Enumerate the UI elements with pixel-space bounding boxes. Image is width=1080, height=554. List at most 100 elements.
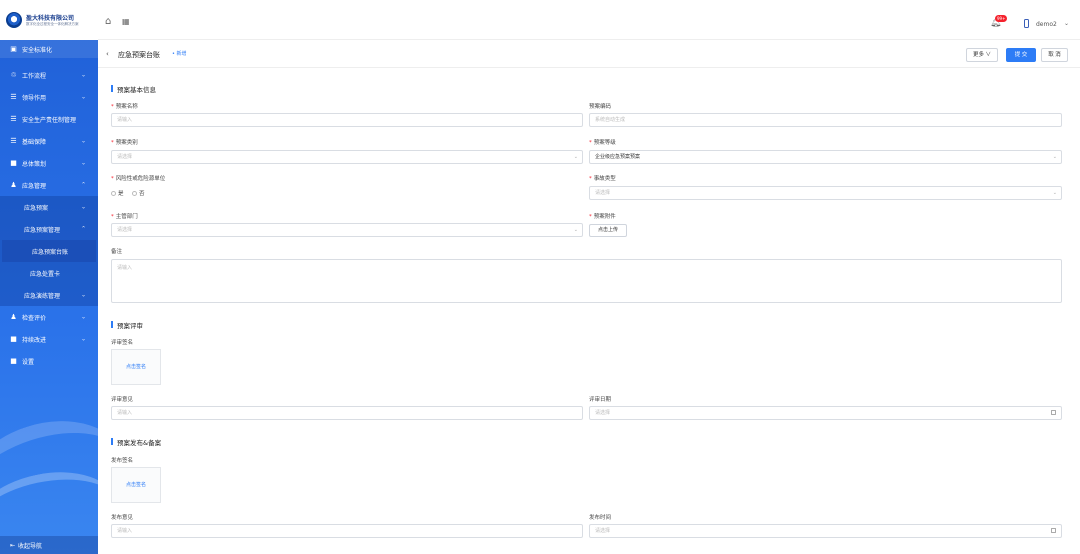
page-toolbar: ‹ 应急预案台账 • 新增 更多 ∨ 提 交 取 消 xyxy=(98,40,1080,68)
cancel-button[interactable]: 取 消 xyxy=(1041,48,1068,62)
chevron-down-icon: ⌄ xyxy=(573,227,578,233)
chevron-down-icon: ⌄ xyxy=(1052,154,1057,160)
sidebar-item-label: 应急处置卡 xyxy=(30,270,61,278)
attachment-label: * 预案附件 xyxy=(589,214,616,220)
chevron-up-icon: ⌃ xyxy=(80,225,86,233)
chevron-down-icon[interactable]: ⌄ xyxy=(1064,20,1069,27)
sidebar-item-emergency[interactable]: ♟ 应急管理 ⌃ xyxy=(0,174,98,196)
review-date-label: 评审日期 xyxy=(589,397,612,403)
sidebar-item-label: 应急预案 xyxy=(24,204,49,212)
sidebar-item-drill-management[interactable]: 应急演练管理 ⌄ xyxy=(0,284,98,306)
notification-badge: 99+ xyxy=(995,15,1008,22)
breadcrumb: • 新增 xyxy=(172,51,187,57)
sidebar-item-safety-standard[interactable]: ▣ 安全标准化 xyxy=(0,40,98,58)
radio-no[interactable]: 否 xyxy=(132,189,145,197)
sidebar-item-label: 安全标准化 xyxy=(22,46,53,54)
logo-subtitle: 数字化全过程安全一体化解决方案 xyxy=(26,22,79,26)
publish-sign-box[interactable]: 点击签名 xyxy=(111,467,161,503)
review-date-picker[interactable]: 请选择 xyxy=(589,406,1062,420)
chevron-down-icon: ⌄ xyxy=(80,71,86,79)
review-opinion-input[interactable]: 请输入 xyxy=(111,406,583,420)
chevron-down-icon: ⌄ xyxy=(80,93,86,101)
collapse-nav-button[interactable]: ⇤ 收起导航 xyxy=(0,536,98,554)
review-opinion-label: 评审意见 xyxy=(111,397,134,403)
logo-mark-icon xyxy=(6,12,22,28)
event-type-label: * 事故类型 xyxy=(589,176,616,182)
sidebar-item-label: 设置 xyxy=(22,358,35,366)
person-icon: ♟ xyxy=(10,180,17,189)
remark-label: 备注 xyxy=(111,249,123,255)
sidebar-item-improvement[interactable]: ■ 持续改进 ⌄ xyxy=(0,328,98,350)
plan-level-label: * 预案等级 xyxy=(589,140,616,146)
remark-textarea[interactable]: 请输入 xyxy=(111,259,1062,303)
gear-icon: ■ xyxy=(10,356,17,365)
list-icon: ☰ xyxy=(10,114,17,123)
section-title: 预案发布&备案 xyxy=(111,437,161,447)
sidebar-item-basic-support[interactable]: ☰ 基础保障 ⌄ xyxy=(0,130,98,152)
sidebar-item-label: 应急演练管理 xyxy=(24,292,61,300)
calendar-icon xyxy=(1051,410,1056,415)
sidebar-item-label: 基础保障 xyxy=(22,138,47,146)
sidebar-item-label: 检查评价 xyxy=(22,314,47,322)
chevron-down-icon: ⌄ xyxy=(80,159,86,167)
plan-name-input[interactable]: 请输入 xyxy=(111,113,583,127)
shield-icon: ▣ xyxy=(10,44,17,53)
list-icon: ☰ xyxy=(10,92,17,101)
sidebar-item-leadership[interactable]: ☰ 领导作用 ⌄ xyxy=(0,86,98,108)
logo-title: 盈大科技有限公司 xyxy=(26,15,75,22)
review-sign-box[interactable]: 点击签名 xyxy=(111,349,161,385)
sidebar-item-label: 工作流程 xyxy=(22,72,47,80)
department-select[interactable]: 请选择 ⌄ xyxy=(111,223,583,237)
plan-type-label: * 预案类别 xyxy=(111,140,138,146)
sidebar-item-settings[interactable]: ■ 设置 xyxy=(0,350,98,372)
sidebar: 盈大科技有限公司 数字化全过程安全一体化解决方案 ▣ 安全标准化 ♲ 工作流程 … xyxy=(0,0,98,554)
plan-code-input[interactable]: 系统自动生成 xyxy=(589,113,1062,127)
calendar-icon xyxy=(1051,528,1056,533)
home-icon[interactable]: ⌂ xyxy=(105,17,115,27)
chevron-down-icon: ⌄ xyxy=(1052,190,1057,196)
sidebar-item-planning[interactable]: ■ 总体策划 ⌄ xyxy=(0,152,98,174)
submit-button[interactable]: 提 交 xyxy=(1006,48,1036,62)
sidebar-item-plan-management[interactable]: 应急预案管理 ⌃ xyxy=(0,218,98,240)
plan-level-select[interactable]: 企业级应急预案预案 ⌄ xyxy=(589,150,1062,164)
publish-opinion-input[interactable]: 请输入 xyxy=(111,524,583,538)
sidebar-item-disposal-card[interactable]: 应急处置卡 xyxy=(0,262,98,284)
sidebar-item-plan-ledger[interactable]: 应急预案台账 xyxy=(2,240,96,262)
upload-button[interactable]: 点击上传 xyxy=(589,224,627,237)
sidebar-item-label: 安全生产责任制管理 xyxy=(22,116,77,124)
grid-icon[interactable]: ▦ xyxy=(122,17,132,27)
publish-time-picker[interactable]: 请选择 xyxy=(589,524,1062,538)
collapse-nav-label: 收起导航 xyxy=(18,542,43,550)
sidebar-menu: ▣ 安全标准化 ♲ 工作流程 ⌄ ☰ 领导作用 ⌄ ☰ 安全生产责任制管理 ☰ … xyxy=(0,40,98,372)
publish-sign-label: 发布签名 xyxy=(111,458,134,464)
sidebar-item-label: 应急预案台账 xyxy=(32,248,69,256)
chevron-down-icon: ⌄ xyxy=(80,313,86,321)
plan-name-label: * 预案名称 xyxy=(111,104,138,110)
radio-circle-icon xyxy=(132,190,137,196)
review-sign-label: 评审签名 xyxy=(111,340,134,346)
form-panel: 预案基本信息 * 预案名称 请输入 预案编码 系统自动生成 * 预案类别 请选择 ⌄ … xyxy=(98,68,1080,554)
publish-time-label: 发布时间 xyxy=(589,515,612,521)
plan-type-select[interactable]: 请选择 ⌄ xyxy=(111,150,583,164)
folder-icon: ■ xyxy=(10,158,17,167)
sidebar-item-label: 持续改进 xyxy=(22,336,47,344)
sidebar-item-responsibility[interactable]: ☰ 安全生产责任制管理 xyxy=(0,108,98,130)
sidebar-item-inspection[interactable]: ♟ 检查评价 ⌄ xyxy=(0,306,98,328)
phone-icon xyxy=(1024,19,1029,28)
radio-yes[interactable]: 是 xyxy=(111,189,124,197)
sidebar-item-label: 总体策划 xyxy=(22,160,47,168)
more-button[interactable]: 更多 ∨ xyxy=(966,48,998,62)
plan-code-label: 预案编码 xyxy=(589,104,612,110)
sidebar-item-workflow[interactable]: ♲ 工作流程 ⌄ xyxy=(0,64,98,86)
sidebar-item-emergency-plan[interactable]: 应急预案 ⌄ xyxy=(0,196,98,218)
username[interactable]: demo2 xyxy=(1036,21,1057,28)
page-title: 应急预案台账 xyxy=(118,51,160,59)
radio-circle-icon xyxy=(111,190,116,196)
risk-unit-label: * 风险性或危险源单位 xyxy=(111,176,166,182)
back-arrow-icon[interactable]: ‹ xyxy=(106,50,109,58)
logo: 盈大科技有限公司 数字化全过程安全一体化解决方案 xyxy=(0,0,98,40)
section-title: 预案评审 xyxy=(111,320,143,330)
sidebar-item-label: 应急管理 xyxy=(22,182,47,190)
chevron-down-icon: ⌄ xyxy=(573,154,578,160)
event-type-select[interactable]: 请选择 ⌄ xyxy=(589,186,1062,200)
